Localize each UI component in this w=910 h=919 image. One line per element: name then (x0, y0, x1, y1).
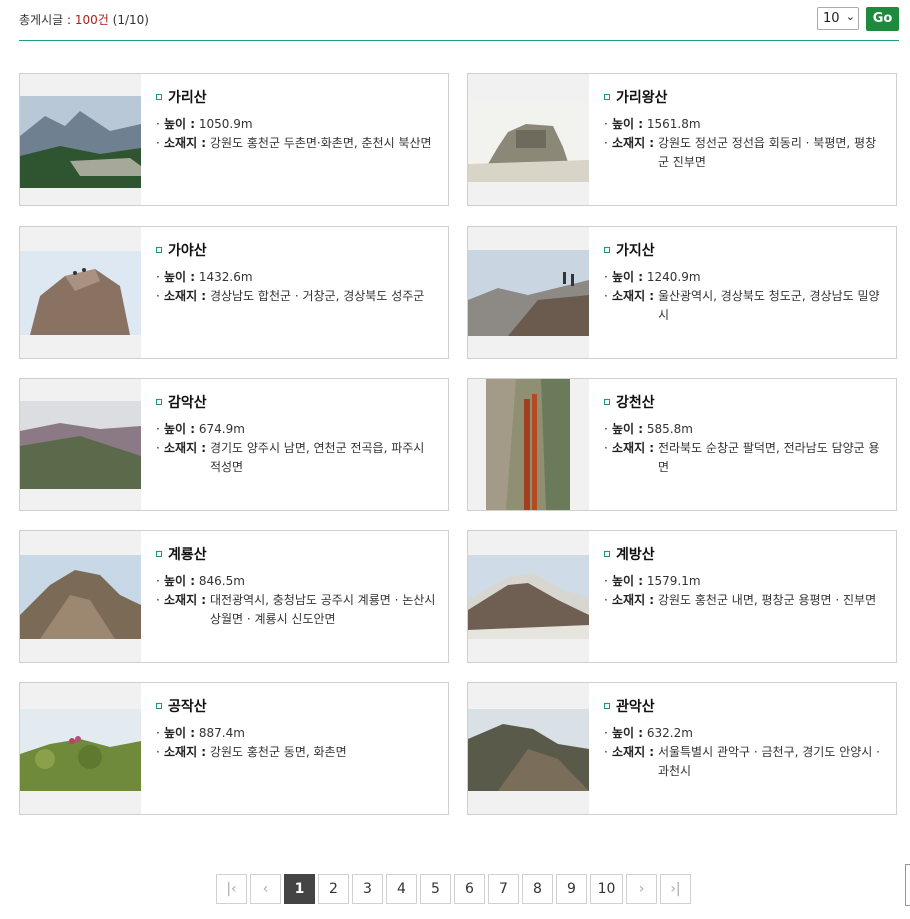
page-button[interactable]: 1 (284, 874, 315, 904)
height-row: · 높이 : 1240.9m (604, 270, 701, 284)
height-row: · 높이 : 1050.9m (156, 117, 253, 131)
location-row: · 소재지 : 강원도 홍천군 두촌면·화촌면, 춘천시 북산면 (156, 136, 432, 150)
mountain-name[interactable]: 계방산 (604, 544, 884, 564)
location-row: · 소재지 : 경기도 양주시 남면, 연천군 전곡읍, 파주시 적성면 (156, 441, 425, 474)
mountain-photo[interactable] (20, 683, 141, 814)
chevron-down-icon: ⌄ (845, 10, 855, 23)
mountain-card[interactable]: 관악산 · 높이 : 632.2m · 소재지 : 서울특별시 관악구 · 금천구,… (467, 682, 897, 815)
per-page-select[interactable]: 10 ⌄ (817, 7, 859, 30)
location-row: · 소재지 : 강원도 정선군 정선읍 회동리 · 북평면, 평창군 진부면 (604, 136, 877, 169)
page-button[interactable]: 5 (420, 874, 451, 904)
location-row: · 소재지 : 강원도 홍천군 내면, 평창군 용평면 · 진부면 (604, 593, 877, 607)
mountain-photo[interactable] (468, 531, 589, 662)
mountain-card[interactable]: 가리산 · 높이 : 1050.9m · 소재지 : 강원도 홍천군 두촌면·화촌면… (19, 73, 449, 206)
mountain-card[interactable]: 가리왕산 · 높이 : 1561.8m · 소재지 : 강원도 정선군 정선읍 회동… (467, 73, 897, 206)
mountain-name[interactable]: 가리산 (156, 87, 436, 107)
prev-page-icon[interactable]: ‹ (250, 874, 281, 904)
mountain-photo[interactable] (20, 74, 141, 205)
mountain-card[interactable]: 가지산 · 높이 : 1240.9m · 소재지 : 울산광역시, 경상북도 청도군… (467, 226, 897, 359)
last-page-icon[interactable]: ›| (660, 874, 691, 904)
height-row: · 높이 : 585.8m (604, 422, 693, 436)
mountain-name[interactable]: 강천산 (604, 392, 884, 412)
total-count: 총게시글 : 100건 (1/10) (19, 11, 149, 28)
mountain-name[interactable]: 가야산 (156, 240, 436, 260)
mountain-name[interactable]: 계룡산 (156, 544, 436, 564)
page-button[interactable]: 4 (386, 874, 417, 904)
pagination: |‹ ‹ 1 2 3 4 5 6 7 8 9 10 › ›| (216, 874, 691, 906)
mountain-photo[interactable] (20, 227, 141, 358)
mountain-card[interactable]: 공작산 · 높이 : 887.4m · 소재지 : 강원도 홍천군 동면, 화촌면 (19, 682, 449, 815)
location-row: · 소재지 : 서울특별시 관악구 · 금천구, 경기도 안양시 · 과천시 (604, 745, 880, 778)
location-row: · 소재지 : 경상남도 합천군 · 거창군, 경상북도 성주군 (156, 289, 425, 303)
height-row: · 높이 : 846.5m (156, 574, 245, 588)
page-button[interactable]: 2 (318, 874, 349, 904)
page-button[interactable]: 9 (556, 874, 587, 904)
height-row: · 높이 : 1561.8m (604, 117, 701, 131)
mountain-name[interactable]: 관악산 (604, 696, 884, 716)
mountain-photo[interactable] (468, 379, 589, 510)
page-button[interactable]: 6 (454, 874, 485, 904)
mountain-card[interactable]: 가야산 · 높이 : 1432.6m · 소재지 : 경상남도 합천군 · 거창군,… (19, 226, 449, 359)
page-info: (1/10) (112, 13, 149, 27)
height-row: · 높이 : 887.4m (156, 726, 245, 740)
height-row: · 높이 : 632.2m (604, 726, 693, 740)
mountain-photo[interactable] (468, 227, 589, 358)
height-row: · 높이 : 674.9m (156, 422, 245, 436)
mountain-photo[interactable] (20, 379, 141, 510)
page-button[interactable]: 3 (352, 874, 383, 904)
page-button[interactable]: 8 (522, 874, 553, 904)
list-header: 총게시글 : 100건 (1/10) 10 ⌄ Go (19, 0, 899, 41)
mountain-card[interactable]: 계룡산 · 높이 : 846.5m · 소재지 : 대전광역시, 충청남도 공주시 … (19, 530, 449, 663)
mountain-card[interactable]: 감악산 · 높이 : 674.9m · 소재지 : 경기도 양주시 남면, 연천군 … (19, 378, 449, 511)
mountain-card[interactable]: 계방산 · 높이 : 1579.1m · 소재지 : 강원도 홍천군 내면, 평창군… (467, 530, 897, 663)
per-page-value: 10 (823, 11, 840, 26)
location-row: · 소재지 : 전라북도 순창군 팔덕면, 전라남도 담양군 용면 (604, 441, 880, 474)
location-row: · 소재지 : 울산광역시, 경상북도 청도군, 경상남도 밀양시 (604, 289, 880, 322)
location-row: · 소재지 : 대전광역시, 충청남도 공주시 계룡면 · 논산시 상월면 · 계… (156, 593, 436, 626)
mountain-name[interactable]: 감악산 (156, 392, 436, 412)
mountain-card[interactable]: 강천산 · 높이 : 585.8m · 소재지 : 전라북도 순창군 팔덕면, 전라… (467, 378, 897, 511)
go-button[interactable]: Go (866, 7, 899, 31)
first-page-icon[interactable]: |‹ (216, 874, 247, 904)
page-button[interactable]: 10 (590, 874, 623, 904)
next-page-icon[interactable]: › (626, 874, 657, 904)
mountain-photo[interactable] (468, 683, 589, 814)
mountain-name[interactable]: 공작산 (156, 696, 436, 716)
mountain-name[interactable]: 가지산 (604, 240, 884, 260)
height-row: · 높이 : 1579.1m (604, 574, 701, 588)
mountain-photo[interactable] (20, 531, 141, 662)
height-row: · 높이 : 1432.6m (156, 270, 253, 284)
side-scroll-tab[interactable] (905, 864, 910, 906)
mountain-name[interactable]: 가리왕산 (604, 87, 884, 107)
page-button[interactable]: 7 (488, 874, 519, 904)
location-row: · 소재지 : 강원도 홍천군 동면, 화촌면 (156, 745, 347, 759)
total-number: 100건 (74, 13, 109, 27)
total-label: 총게시글 : (19, 13, 72, 27)
mountain-photo[interactable] (468, 74, 589, 205)
